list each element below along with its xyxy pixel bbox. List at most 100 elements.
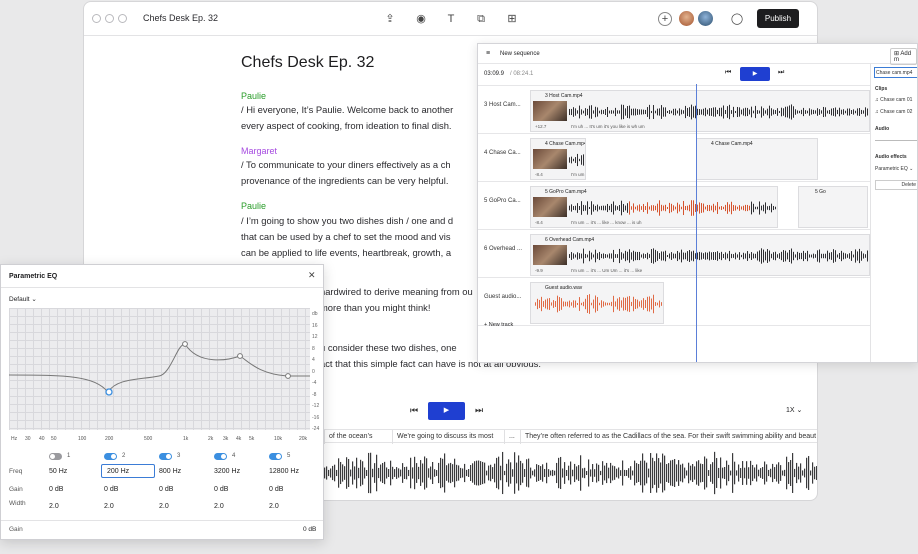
band-toggle[interactable]	[214, 453, 227, 460]
speed-select[interactable]: 1X ⌄	[786, 406, 802, 414]
band-gain-field[interactable]: 0 dB	[159, 486, 173, 493]
clip-item[interactable]: ♫ Chase cam 01	[875, 97, 912, 103]
segment[interactable]: They’re often referred to as the Cadilla…	[520, 430, 817, 444]
band-freq-field[interactable]: 200 Hz	[107, 468, 129, 475]
waveform-bar	[528, 458, 530, 488]
segment[interactable]: of the ocean’s	[324, 430, 392, 444]
grid-icon[interactable]: ⊞	[505, 12, 519, 26]
band-freq-field[interactable]: 50 Hz	[49, 468, 67, 475]
preset-select[interactable]: Default ⌄	[9, 295, 37, 303]
waveform-bar	[474, 461, 476, 485]
waveform-bar	[494, 463, 496, 483]
band-gain-field[interactable]: 0 dB	[214, 486, 228, 493]
main-waveform[interactable]	[324, 447, 818, 499]
segment[interactable]: ...	[504, 430, 520, 444]
band-freq-field[interactable]: 3200 Hz	[214, 468, 240, 475]
skip-back-icon[interactable]: ⏮	[410, 405, 418, 416]
track-label[interactable]: 6 Overhead ...	[484, 246, 522, 252]
timeline-clip[interactable]: 4 Chase Cam.mp4 -8.4 I'm um ... it's ... l…	[530, 138, 586, 180]
band-freq-field[interactable]: 800 Hz	[159, 468, 181, 475]
waveform-bar	[710, 464, 712, 482]
row-label: Gain	[9, 486, 23, 493]
export-icon[interactable]: ⇪	[383, 12, 397, 26]
waveform-bar	[570, 461, 572, 485]
waveform-bar	[512, 469, 514, 477]
band-gain-field[interactable]: 0 dB	[49, 486, 63, 493]
panel-title: Parametric EQ	[9, 273, 58, 280]
track-label[interactable]: 4 Chase Ca...	[484, 150, 521, 156]
band-width-field[interactable]: 2.0	[159, 503, 169, 510]
waveform-bar	[510, 462, 512, 484]
timeline-clip[interactable]: 5 Go	[798, 186, 868, 228]
skip-forward-icon[interactable]: ⏭	[475, 405, 483, 416]
timeline-clip[interactable]: 6 Overhead Cam.mp4 -9.9 I'm um ... it's ..…	[530, 234, 870, 276]
add-collaborator-icon[interactable]: +	[658, 12, 672, 26]
waveform-bar	[366, 470, 368, 476]
band-width-field[interactable]: 2.0	[49, 503, 59, 510]
add-media-label: Add m	[894, 51, 912, 63]
waveform-bar	[338, 458, 340, 488]
publish-button[interactable]: Publish	[757, 9, 799, 28]
timeline-clip[interactable]: 5 GoPro Cam.mp4 -8.4 I'm um ... it's ... l…	[530, 186, 778, 228]
window-close-dot[interactable]	[92, 14, 101, 23]
band-toggle[interactable]	[159, 453, 172, 460]
avatar[interactable]	[698, 11, 713, 26]
track-label[interactable]: 5 GoPro Ca...	[484, 198, 521, 204]
delete-effect-button[interactable]: Delete	[875, 180, 917, 190]
close-icon[interactable]: ✕	[308, 270, 316, 281]
waveform-bar	[448, 463, 450, 483]
band-width-field[interactable]: 2.0	[104, 503, 114, 510]
waveform-bar	[520, 460, 522, 486]
waveform-bar	[776, 464, 778, 482]
y-tick-label: 8	[312, 345, 315, 352]
waveform-bar	[604, 465, 606, 481]
preset-value: Default	[9, 296, 30, 303]
waveform-bar	[688, 462, 690, 484]
waveform-bar	[526, 459, 528, 487]
timeline-clip[interactable]: 4 Chase Cam.mp4	[696, 138, 818, 180]
waveform-bar	[532, 470, 534, 476]
shapes-icon[interactable]: ⧉	[474, 12, 488, 26]
skip-forward-icon[interactable]: ⏭	[778, 69, 784, 77]
avatar[interactable]	[679, 11, 694, 26]
new-track-button[interactable]: + New track	[484, 322, 513, 328]
timeline-clip[interactable]: 3 Host Cam.mp4 +12.7 I'm uh ... It's um it…	[530, 90, 870, 132]
window-maximize-dot[interactable]	[118, 14, 127, 23]
add-media-button[interactable]: ⊞ Add m	[890, 48, 917, 65]
track-label[interactable]: Guest audio...	[484, 294, 521, 300]
master-gain-value[interactable]: 0 dB	[303, 526, 316, 533]
record-icon[interactable]: ◉	[414, 12, 428, 26]
sequence-title: New sequence	[500, 51, 540, 57]
eq-graph[interactable]	[9, 308, 310, 430]
waveform-bar	[538, 465, 540, 481]
band-gain-field[interactable]: 0 dB	[104, 486, 118, 493]
skip-back-icon[interactable]: ⏮	[725, 69, 731, 77]
waveform-bar	[792, 453, 794, 493]
band-toggle[interactable]	[49, 453, 62, 460]
waveform-bar	[466, 469, 468, 477]
waveform-bar	[568, 465, 570, 481]
timeline-clip[interactable]: Guest audio.wav	[530, 282, 664, 324]
play-button[interactable]: ▶	[428, 402, 465, 420]
menu-icon[interactable]: ≡	[486, 50, 490, 57]
effect-select[interactable]: Parametric EQ ⌄	[875, 166, 913, 172]
audio-slider[interactable]	[875, 140, 917, 141]
window-minimize-dot[interactable]	[105, 14, 114, 23]
band-freq-field[interactable]: 12800 Hz	[269, 468, 299, 475]
play-button[interactable]: ▶	[740, 67, 770, 81]
band-toggle[interactable]	[269, 453, 282, 460]
band-width-field[interactable]: 2.0	[214, 503, 224, 510]
band-width-field[interactable]: 2.0	[269, 503, 279, 510]
track-label[interactable]: 3 Host Cam...	[484, 102, 521, 108]
text-tool-icon[interactable]: T	[444, 12, 458, 26]
comment-icon[interactable]: ◯	[730, 12, 744, 26]
waveform-bar	[514, 452, 516, 494]
waveform-bar	[382, 462, 384, 484]
clip-name-field[interactable]: Chase cam.mp4	[874, 67, 917, 78]
playhead[interactable]	[696, 84, 697, 362]
clip-item[interactable]: ♫ Chase cam 02	[875, 109, 912, 115]
band-toggle[interactable]	[104, 453, 117, 460]
segment[interactable]: We’re going to discuss its most	[392, 430, 504, 444]
clip-words: I'm um ... it's ... like ... is uh	[571, 172, 585, 177]
band-gain-field[interactable]: 0 dB	[269, 486, 283, 493]
